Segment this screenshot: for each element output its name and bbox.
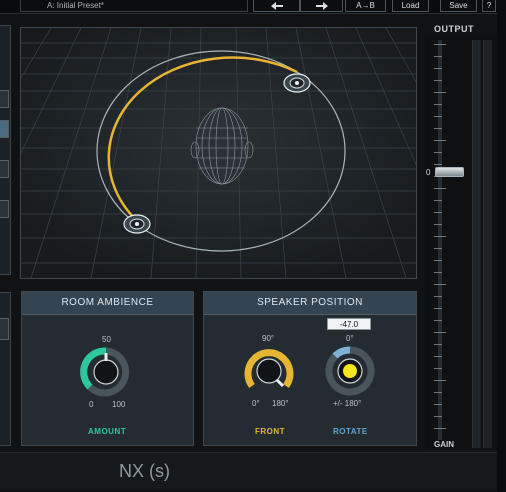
left-control[interactable] xyxy=(0,200,9,218)
fader-scale-tick xyxy=(434,188,446,189)
ambience-amount-knob[interactable] xyxy=(79,347,133,397)
fader-scale-tick xyxy=(434,116,442,117)
fader-scale-tick xyxy=(434,140,446,141)
speaker-icon[interactable] xyxy=(283,73,311,93)
rotate-top-label: 0° xyxy=(346,334,354,343)
speaker-position-panel: SPEAKER POSITION xyxy=(203,291,417,446)
left-bottom-control[interactable] xyxy=(0,318,9,340)
left-control[interactable] xyxy=(0,90,9,108)
knob-pointer xyxy=(275,378,285,388)
fader-scale-tick xyxy=(434,236,446,237)
left-bottom-panel xyxy=(0,292,11,446)
window-edge xyxy=(497,0,506,492)
load-button[interactable]: Load xyxy=(392,0,429,12)
arrow-left-icon xyxy=(270,2,283,10)
redo-button[interactable] xyxy=(300,0,343,12)
fader-scale-tick xyxy=(434,200,442,201)
fader-scale-tick xyxy=(434,368,442,369)
front-top-label: 90° xyxy=(262,334,275,343)
fader-scale-tick xyxy=(434,296,442,297)
fader-scale-tick xyxy=(434,44,446,45)
ab-compare-button[interactable]: A→B xyxy=(345,0,386,12)
front-max-label: 180° xyxy=(272,399,289,408)
fader-scale-tick xyxy=(434,356,442,357)
front-knob[interactable] xyxy=(242,346,296,396)
fader-scale-tick xyxy=(434,224,442,225)
bottom-bar xyxy=(0,452,497,489)
fader-scale-tick xyxy=(434,260,442,261)
speaker-position-title: SPEAKER POSITION xyxy=(204,292,416,315)
left-panel xyxy=(0,25,11,275)
front-label: FRONT xyxy=(255,427,286,436)
fader-scale-tick xyxy=(434,104,442,105)
fader-scale-tick xyxy=(434,152,442,153)
room-grid-view xyxy=(21,28,416,278)
output-label: OUTPUT xyxy=(434,24,474,34)
fader-scale-tick xyxy=(434,428,446,429)
save-button[interactable]: Save xyxy=(440,0,477,12)
rotate-knob[interactable] xyxy=(323,346,377,396)
fader-scale-tick xyxy=(434,380,446,381)
fader-scale-tick xyxy=(434,68,442,69)
ambience-top-value: 50 xyxy=(102,335,111,344)
speaker-icon[interactable] xyxy=(123,214,151,234)
fader-scale-tick xyxy=(434,416,442,417)
fader-scale-tick xyxy=(434,308,442,309)
fader-scale-tick xyxy=(434,128,442,129)
fader-scale-tick xyxy=(434,248,442,249)
gain-label: GAIN xyxy=(434,440,454,449)
fader-scale-tick xyxy=(434,344,442,345)
fader-scale-tick xyxy=(434,332,446,333)
fader-scale-tick xyxy=(434,164,442,165)
fader-scale-tick xyxy=(434,320,442,321)
fader-scale-tick xyxy=(434,404,442,405)
front-min-label: 0° xyxy=(252,399,260,408)
amount-label: AMOUNT xyxy=(88,427,127,436)
fader-scale-tick xyxy=(434,272,442,273)
left-control[interactable] xyxy=(0,160,9,178)
fader-scale-tick xyxy=(434,56,442,57)
help-button[interactable]: ? xyxy=(482,0,496,12)
fader-scale-tick xyxy=(434,92,446,93)
arrow-right-icon xyxy=(315,2,328,10)
fader-scale-tick xyxy=(434,284,446,285)
output-gain-fader[interactable] xyxy=(435,167,464,177)
undo-button[interactable] xyxy=(253,0,300,12)
fader-scale-tick xyxy=(434,80,442,81)
rotate-center-indicator xyxy=(343,364,357,378)
left-toggle[interactable] xyxy=(0,120,9,138)
rotate-range-label: +/- 180° xyxy=(333,399,362,408)
ambience-max-label: 100 xyxy=(112,400,126,409)
preset-selector[interactable]: A: Initial Preset* xyxy=(20,0,248,12)
zero-db-label: 0 xyxy=(426,168,431,177)
rotate-label: ROTATE xyxy=(333,427,368,436)
fader-scale-tick xyxy=(434,212,442,213)
fader-scale-tick xyxy=(434,392,442,393)
rotate-value-field[interactable]: -47.0 xyxy=(327,318,371,330)
plugin-title: NX (s) xyxy=(119,461,170,481)
output-meter-left xyxy=(472,40,481,448)
room-ambience-title: ROOM AMBIENCE xyxy=(22,292,193,315)
output-meter-right xyxy=(483,40,492,448)
speaker-position-display[interactable] xyxy=(20,27,417,279)
ambience-min-label: 0 xyxy=(89,400,94,409)
